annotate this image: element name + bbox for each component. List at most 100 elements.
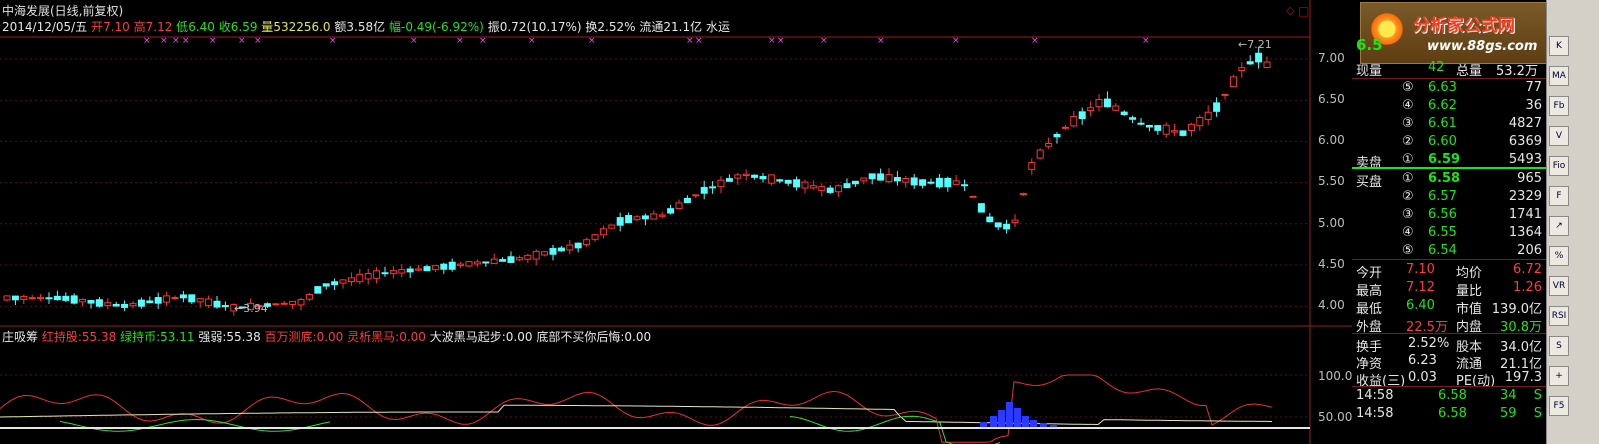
candle-body	[1103, 98, 1111, 108]
candle-body	[322, 283, 330, 287]
ask-level: ③	[1402, 116, 1414, 131]
candle-body	[440, 263, 448, 270]
toolbar-button[interactable]: +	[1549, 366, 1569, 386]
tick-volume: 59	[1500, 406, 1517, 421]
tick-volume: 34	[1500, 388, 1517, 403]
kline-chart[interactable]: × × × × × × × × × × × × × × × × × × × × × ×	[0, 0, 1352, 444]
ytick: 4.00	[1318, 298, 1345, 312]
candle-body	[793, 179, 801, 188]
toolbar-button[interactable]: F5	[1549, 396, 1569, 416]
toolbar-button[interactable]: F	[1549, 186, 1569, 206]
candle-body	[482, 261, 490, 264]
candle-body	[70, 295, 78, 304]
candle-body	[541, 251, 549, 256]
candle-body	[566, 244, 574, 251]
candle-body	[868, 173, 876, 180]
candle-body	[877, 173, 885, 181]
stat-value: 7.12	[1406, 280, 1435, 295]
signal-marker: ×	[820, 36, 828, 46]
candle-body	[1204, 111, 1212, 120]
toolbar-button[interactable]: VR	[1549, 276, 1569, 296]
candle-body	[473, 261, 481, 265]
bid-level: ②	[1402, 189, 1414, 204]
candle-body	[734, 174, 742, 179]
signal-marker: ×	[182, 36, 190, 46]
bid-level: ⑤	[1402, 243, 1414, 258]
indicator-label: 百万测底:	[264, 330, 317, 344]
candle-body	[860, 177, 868, 182]
signal-marker: ×	[877, 36, 885, 46]
indicator-name[interactable]: 庄吸筹	[2, 330, 38, 344]
ytick: 6.50	[1318, 92, 1345, 106]
site-logo: 分析家公式网 www.88gs.com	[1360, 2, 1548, 64]
candle-body	[919, 179, 927, 186]
green-cash-line	[59, 418, 331, 432]
signal-marker: ×	[254, 36, 262, 46]
candle-body	[1078, 111, 1086, 120]
bid-level: ①	[1402, 171, 1414, 186]
indicator-value: 0.00	[624, 330, 652, 344]
volume-value: 532256.0	[273, 20, 331, 34]
candle-body	[406, 268, 414, 273]
bid-volume: 1364	[1508, 225, 1542, 240]
toolbar-button[interactable]: MA	[1549, 66, 1569, 86]
candle-body	[1154, 125, 1162, 131]
toolbar-button[interactable]: ↗	[1549, 216, 1569, 236]
ask-price: 6.61	[1428, 116, 1457, 131]
candle-body	[1137, 122, 1145, 125]
close-icon[interactable]: □	[1298, 4, 1309, 18]
candle-body	[717, 179, 725, 188]
amplitude-label: 振	[487, 20, 500, 34]
stat-row: 最低 6.40 市值 139.0亿	[1356, 298, 1546, 317]
toolbar-button[interactable]: K	[1549, 36, 1569, 56]
stat-label: 今开	[1356, 266, 1383, 281]
signal-marker: ×	[143, 36, 151, 46]
candle-body	[826, 187, 834, 193]
indicator-value: 55.38	[226, 330, 261, 344]
tick-time: 14:58	[1356, 388, 1394, 403]
indicator-value: 0.00	[505, 330, 533, 344]
change-value: -0.49(-6.92%)	[401, 20, 484, 34]
fund-value: 6.23	[1408, 353, 1437, 368]
signal-marker: ×	[410, 36, 418, 46]
stat-row: 最高 7.12 量比 1.26	[1356, 280, 1546, 299]
candle-body	[448, 261, 456, 270]
candle-body	[667, 208, 675, 214]
toolbar-button[interactable]: %	[1549, 246, 1569, 266]
tick-side: S	[1533, 388, 1542, 403]
candle-body	[1061, 126, 1069, 129]
divider	[1352, 333, 1546, 334]
toolbar-button[interactable]: Fb	[1549, 96, 1569, 116]
logo-title: 分析家公式网	[1413, 16, 1515, 36]
bottom-histogram-bar	[1030, 420, 1037, 428]
candle-body	[725, 178, 733, 182]
bottom-histogram-bar	[1022, 416, 1029, 428]
total-vol-value: 53.2万	[1496, 64, 1538, 79]
signal-marker: ×	[456, 36, 464, 46]
candle-body	[11, 295, 19, 301]
candle-body	[961, 184, 969, 187]
bid-price: 6.57	[1428, 189, 1457, 204]
candle-body	[608, 224, 616, 229]
candle-body	[1087, 107, 1095, 112]
candle-body	[574, 242, 582, 249]
toolbar-button[interactable]: RSI	[1549, 306, 1569, 326]
ask-price: 6.60	[1428, 134, 1457, 149]
bid-volume: 1741	[1508, 207, 1542, 222]
divider	[1352, 386, 1546, 387]
candle-body	[457, 263, 465, 266]
tick-side: S	[1533, 406, 1542, 421]
candle-body	[1095, 98, 1103, 108]
candle-body	[431, 265, 439, 271]
candle-body	[331, 281, 339, 286]
turnover-label: 换	[585, 20, 598, 34]
toolbar-button[interactable]: Fio	[1549, 156, 1569, 176]
candle-body	[79, 298, 87, 303]
restore-icon[interactable]: ◇	[1286, 4, 1294, 17]
toolbar-button[interactable]: S	[1549, 336, 1569, 356]
stat-value: 6.40	[1406, 298, 1435, 313]
open-value: 7.10	[103, 20, 130, 34]
toolbar-button[interactable]: V	[1549, 126, 1569, 146]
current-price: 6.5	[1356, 36, 1383, 54]
candle-body	[1028, 162, 1036, 170]
